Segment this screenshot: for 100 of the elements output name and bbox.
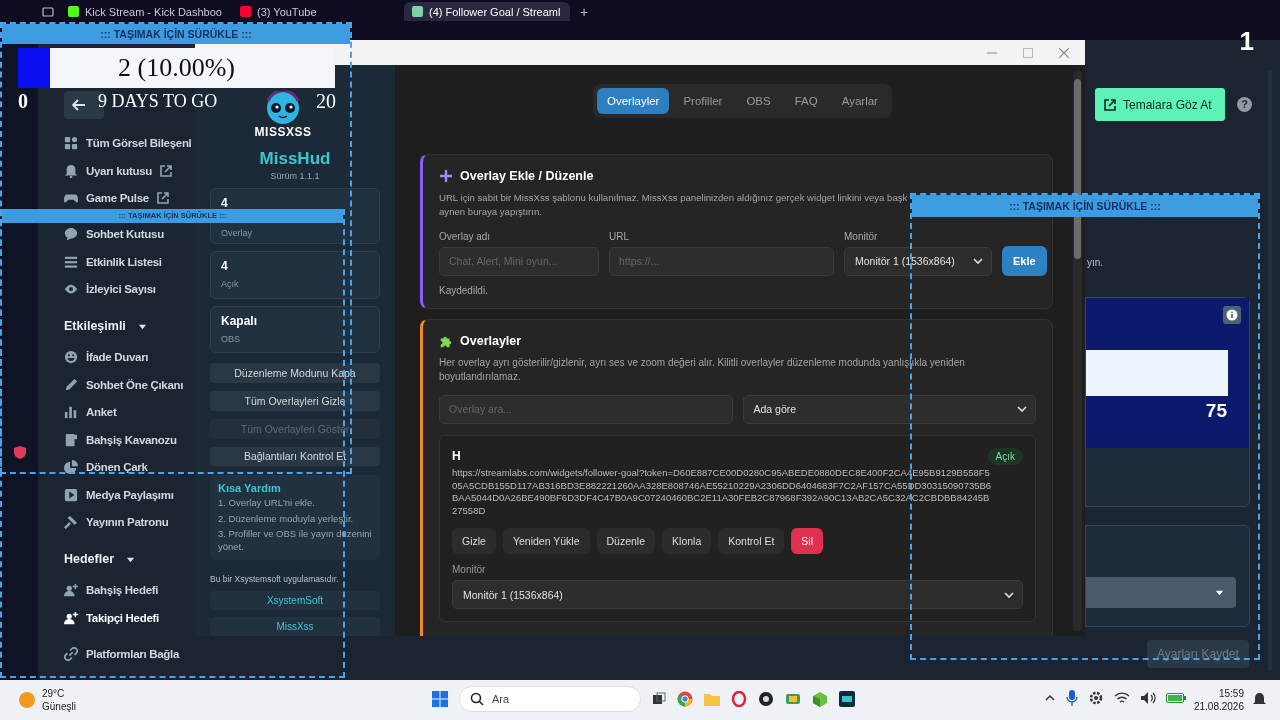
link-icon	[64, 646, 78, 661]
clock[interactable]: 15:59 21.08.2026	[1192, 687, 1244, 713]
nav-item[interactable]: Platformları Bağla	[64, 643, 180, 664]
chat-bubble-icon	[64, 227, 78, 241]
nav-item[interactable]: Anket	[64, 402, 117, 422]
pie-chart-icon	[64, 460, 78, 474]
nav-item[interactable]: Etkinlik Listesi	[64, 251, 162, 272]
overlay-action-button[interactable]: Düzenle	[596, 528, 656, 555]
overlay-action-button[interactable]: Yeniden Yükle	[502, 528, 590, 555]
nav-item[interactable]: Yayının Patronu	[64, 512, 169, 532]
smiley-icon	[64, 350, 78, 364]
logo-text: MISSXSS	[254, 125, 312, 139]
tab[interactable]: OBS	[736, 88, 781, 114]
overlay-url: https://streamlabs.com/widgets/follower-goal?token=D60E887CE00D0280C95ABEDE0880DEC8E400F2CA4E95B9129B558F505A5CDB155D117AB316BD3E882221260AA328E808746AE55210229A2306DD6404683F7C2AF157CA55DD30315090735B6BAA5044D0A26BE490BF6D3DF4C47B0A9C07240460BC2E11A30FEB2C87968F392A90C13AB2CA5C32AC2CBDBB84245B27558D	[452, 466, 992, 519]
app-icon[interactable]	[758, 691, 774, 707]
help-title: Kısa Yardım	[218, 482, 282, 495]
speaker-icon[interactable]	[1140, 691, 1156, 705]
app-name: MissHud	[258, 149, 332, 169]
nav-item[interactable]: İfade Duvarı	[64, 347, 149, 367]
nav-item[interactable]: Medya Paylaşımı	[64, 484, 174, 505]
close-icon[interactable]	[1059, 47, 1069, 58]
description-text: URL için sabit bir MissXss şablonu kullanılmaz. MissXss panelinizden aldığınız gerçek widget linkini veya başk	[439, 191, 908, 205]
description-text: aynen buraya yapıştırın.	[439, 204, 542, 219]
start-value: 0	[18, 90, 28, 113]
list-icon	[64, 254, 78, 269]
info-icon[interactable]	[1223, 306, 1241, 324]
bar-chart-icon	[64, 405, 78, 419]
nav-item[interactable]: Dönen Çark	[64, 457, 148, 477]
nav-item[interactable]: Bahşiş Kavanozu	[64, 429, 177, 450]
nav-item[interactable]: İzleyici Sayısı	[64, 279, 156, 299]
progress-text: 2 (10.00%)	[118, 53, 235, 83]
version-text: Sürüm 1.1.1	[269, 171, 321, 181]
status-badge: Açık	[987, 447, 1023, 465]
tab[interactable]: FAQ	[784, 88, 828, 114]
tab-list-icon[interactable]	[42, 5, 54, 18]
card-title: Overlayler	[460, 333, 522, 348]
app-icon[interactable]	[839, 691, 855, 707]
sidebar-button[interactable]: Düzenleme Modunu Kapa	[210, 363, 380, 384]
jar-icon	[64, 432, 78, 447]
nav-item[interactable]: Game Pulse	[64, 188, 169, 208]
ring-icon[interactable]	[731, 691, 747, 707]
tab[interactable]: Overlayler	[597, 88, 670, 114]
link-button[interactable]: XsystemSoft	[210, 591, 380, 611]
nav-item[interactable]: Tüm Görsel Bileşenl	[64, 133, 192, 153]
sort-dropdown[interactable]: Ada göre	[742, 394, 1036, 424]
battery-icon[interactable]	[1166, 692, 1186, 704]
tab[interactable]: Ayarlar	[831, 88, 888, 114]
stat-value: 4	[221, 196, 229, 210]
cube-icon[interactable]	[812, 691, 828, 707]
microphone-icon[interactable]	[1066, 690, 1078, 706]
nav-item[interactable]: Uyarı kutusu	[64, 160, 173, 181]
status-text: Kaydedildi.	[439, 284, 489, 296]
sidebar-button[interactable]: Tüm Overlayleri Gizle	[210, 391, 380, 411]
browser-tab[interactable]: Kick Stream - Kick Dashboo	[60, 2, 226, 21]
browser-tab[interactable]: (3) YouTube	[232, 2, 398, 21]
stat-label: Overlay	[221, 228, 253, 238]
help-step: 2. Düzenleme moduyla yerleştir.	[218, 511, 372, 525]
browser-tab[interactable]: (4) Follower Goal / Streaml	[404, 2, 570, 21]
weather-text: Güneşli	[42, 700, 76, 713]
search-icon	[470, 692, 484, 706]
tab[interactable]: Profiller	[673, 88, 733, 114]
field-label: Monitör	[844, 230, 879, 242]
drag-handle[interactable]: ::: TAŞIMAK İÇİN SÜRÜKLE :::	[2, 24, 350, 44]
chevron-icon	[973, 256, 983, 267]
nav-item[interactable]: Sohbet Kutusu	[64, 224, 164, 244]
link-button[interactable]: MissXss	[210, 617, 380, 637]
field-label: URL	[609, 230, 630, 242]
hammer-icon	[64, 515, 78, 529]
description-text: Her overlay ayrı gösterilir/gizlenir, ayrı ses ve zoom değeri alır. Kilitli overlayler düzenleme modunda yanlışlıkla yeniden boyutlandırılamaz.	[439, 355, 966, 385]
nav-item[interactable]: Bahşiş Hedefi	[64, 580, 159, 600]
field-label: Monitör	[452, 564, 487, 576]
credit-text: Bu bir Xsystemsoft uygulamasıdır.	[210, 574, 340, 585]
arrow-left-icon	[72, 99, 86, 111]
wifi-icon[interactable]	[1114, 691, 1130, 705]
monitor-dropdown[interactable]: Monitör 1 (1536x864)	[452, 580, 1023, 610]
task-view-icon[interactable]	[652, 692, 666, 706]
shield-badge-icon[interactable]	[14, 446, 26, 459]
gear-icon[interactable]	[1088, 690, 1104, 706]
bell-icon[interactable]	[1253, 693, 1266, 707]
browse-themes-button[interactable]: Temalara Göz At	[1095, 88, 1225, 121]
overlay-action-button[interactable]: Klonla	[662, 528, 712, 555]
overlay-action-button[interactable]: Kontrol Et	[718, 528, 785, 555]
overlay-action-button[interactable]: Sil	[791, 528, 824, 555]
pencil-icon	[64, 377, 78, 392]
caret-icon	[1215, 588, 1224, 597]
description-text: yın.	[1087, 257, 1104, 268]
help-step: 1. Overlay URL'ni ekle.	[218, 496, 372, 510]
monitor-dropdown[interactable]: Monitör 1 (1536x864)	[844, 246, 992, 276]
section-header[interactable]: Hedefler	[64, 548, 136, 570]
overlay-action-button[interactable]: Gizle	[452, 528, 496, 555]
count-text: 1	[1239, 26, 1254, 57]
start-icon[interactable]	[432, 691, 448, 707]
drag-handle[interactable]: ::: TAŞIMAK İÇİN SÜRÜKLE :::	[912, 195, 1258, 217]
new-tab-button[interactable]: +	[576, 3, 593, 20]
section-header[interactable]: Etkileşimli	[64, 315, 147, 337]
browser-icon[interactable]	[677, 691, 693, 707]
nav-item[interactable]: Sohbet Öne Çıkanı	[64, 374, 184, 395]
nav-item[interactable]: Takipçi Hedefi	[64, 607, 159, 628]
chevron-icon	[1017, 404, 1027, 415]
add-button[interactable]: Ekle	[1002, 245, 1047, 276]
